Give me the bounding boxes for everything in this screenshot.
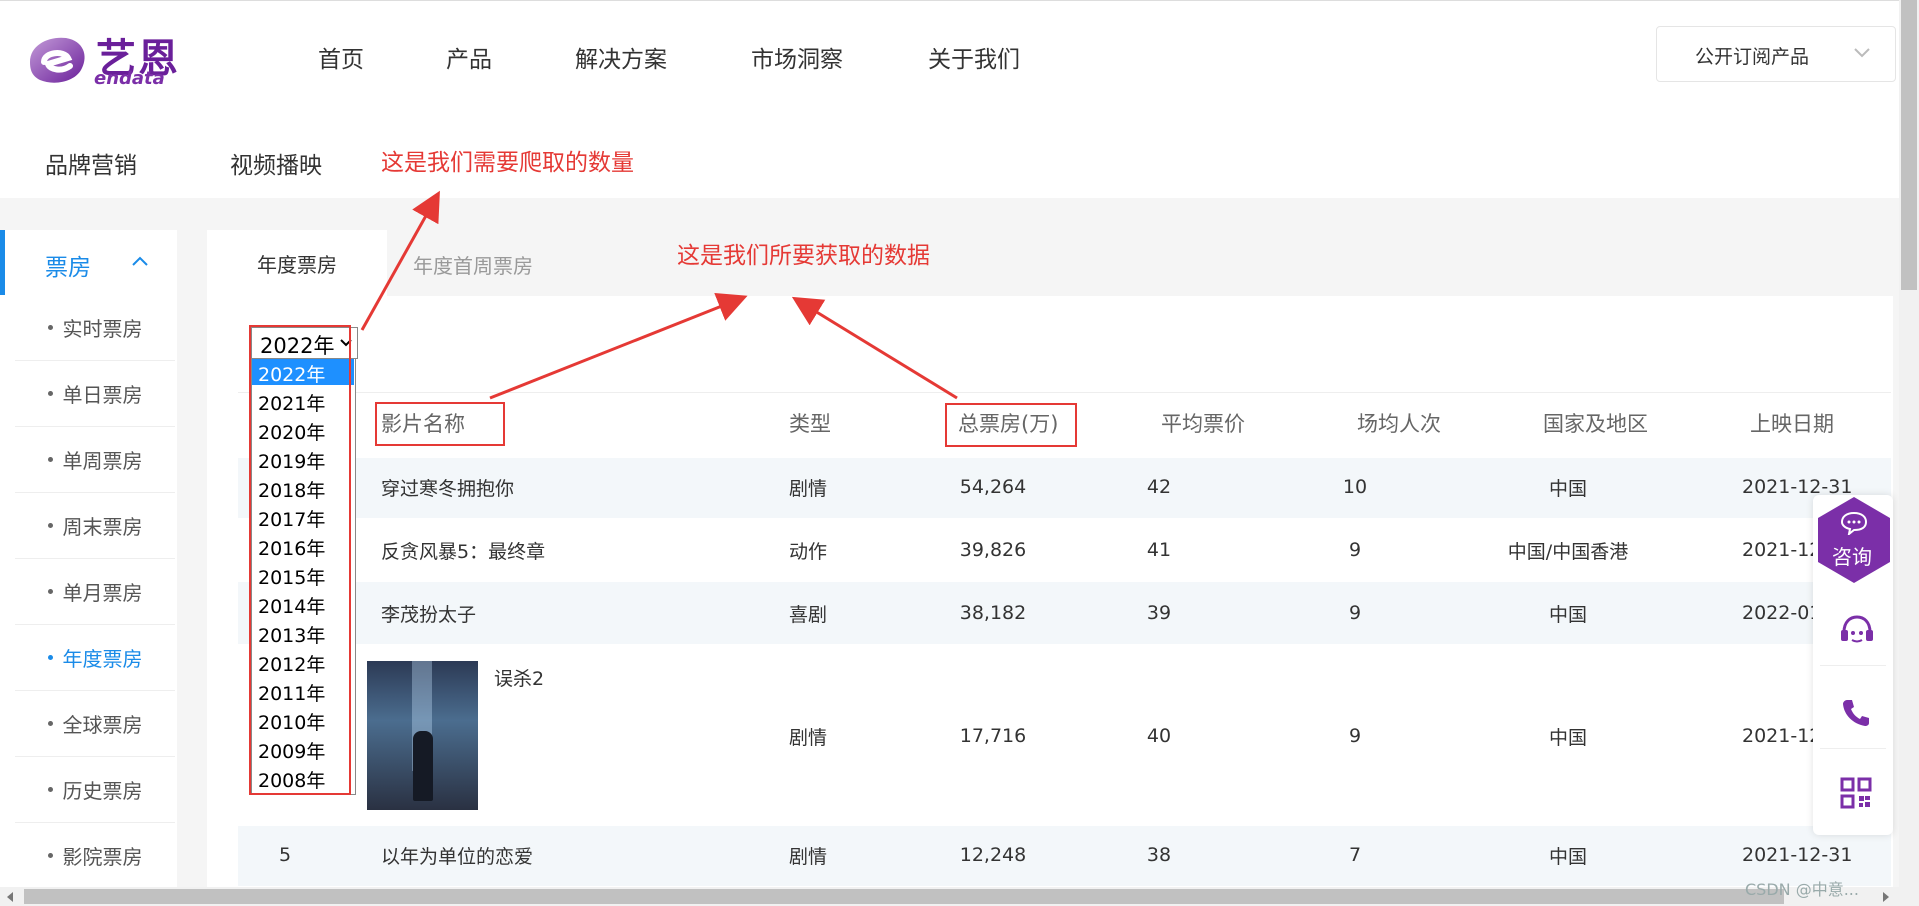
consult-label: 咨询	[1832, 545, 1872, 569]
arrow-to-count-note	[360, 190, 440, 331]
annotation-arrows	[360, 190, 958, 400]
phone-icon[interactable]	[1841, 697, 1871, 727]
float-divider	[1820, 748, 1886, 749]
arrow-name-to-data-note	[489, 292, 748, 400]
float-divider	[1820, 665, 1886, 666]
arrow-total-to-data-note	[791, 296, 958, 400]
consult-button[interactable]: 咨询	[1814, 495, 1894, 585]
qr-code-icon[interactable]	[1840, 777, 1872, 809]
consult-hexagon	[1818, 497, 1890, 583]
scroll-left-icon[interactable]	[6, 892, 14, 902]
horizontal-scrollbar-thumb[interactable]	[24, 889, 1784, 904]
customer-service-icon[interactable]	[1838, 614, 1876, 650]
vertical-scrollbar-thumb[interactable]	[1901, 0, 1917, 290]
chat-bubble-icon	[1840, 511, 1868, 535]
watermark: CSDN @中意...	[1745, 880, 1859, 899]
scroll-right-icon[interactable]	[1882, 892, 1890, 902]
